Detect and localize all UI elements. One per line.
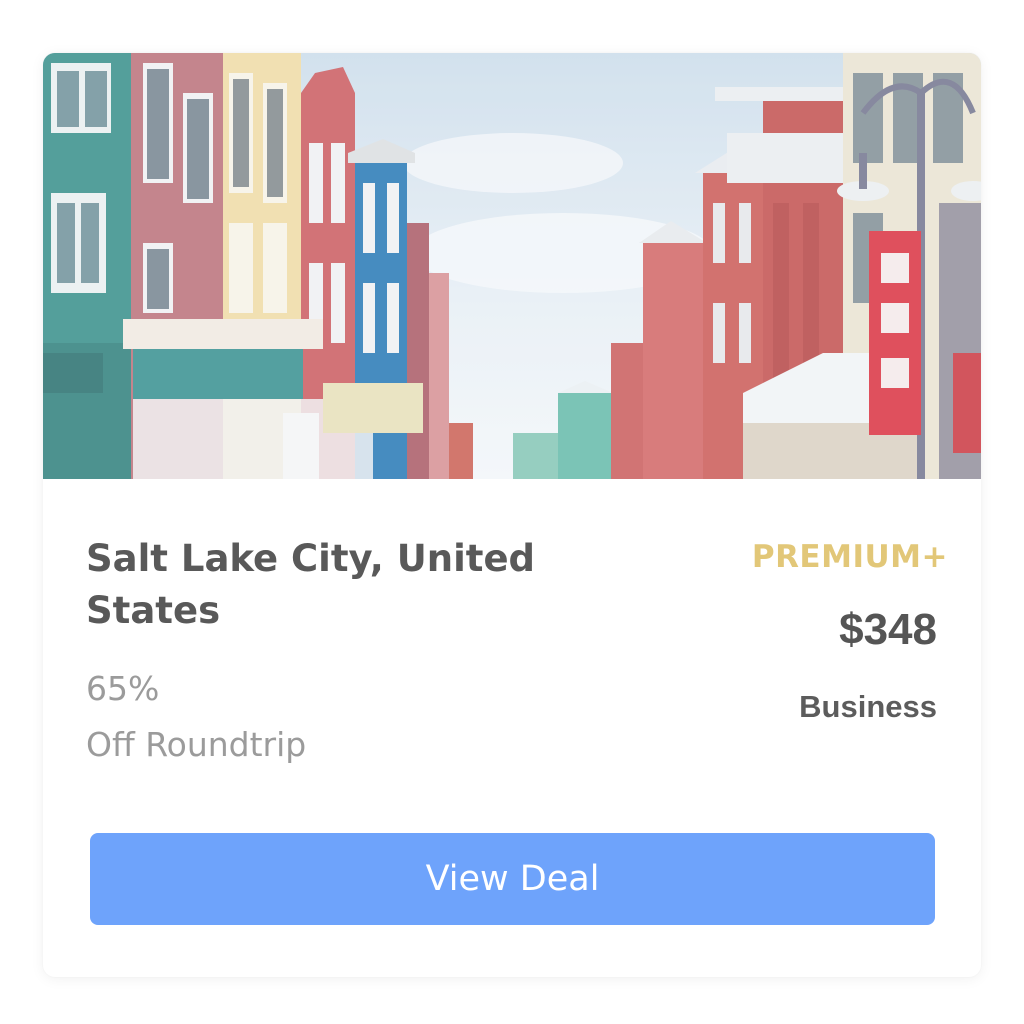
deal-price: $348 (839, 605, 937, 654)
destination-title: Salt Lake City, United States (86, 537, 536, 632)
destination-photo (43, 53, 981, 479)
deal-card[interactable]: Salt Lake City, United States 65% Off Ro… (43, 53, 981, 977)
discount-info: 65% Off Roundtrip (86, 661, 306, 773)
view-deal-button[interactable]: View Deal (90, 833, 935, 925)
tier-badge: PREMIUM+ (751, 539, 948, 575)
discount-description: Off Roundtrip (86, 725, 307, 764)
discount-percent: 65% (86, 669, 160, 708)
cabin-class: Business (799, 689, 937, 724)
